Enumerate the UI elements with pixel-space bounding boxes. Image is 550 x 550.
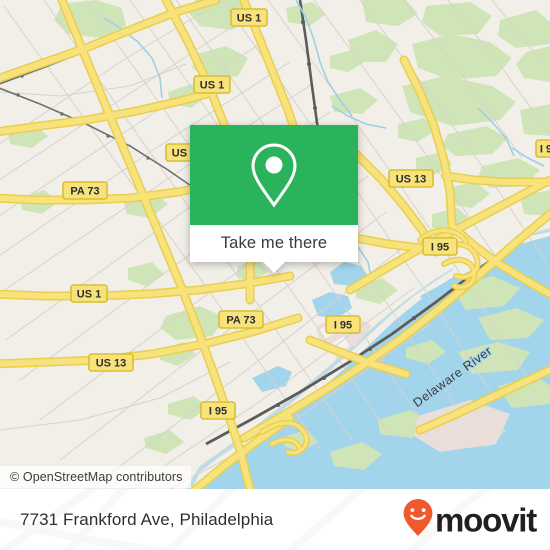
svg-text:I 9: I 9 — [540, 144, 550, 156]
attribution-text: © OpenStreetMap contributors — [10, 470, 183, 484]
destination-address: 7731 Frankford Ave, Philadelphia — [20, 509, 274, 529]
svg-text:PA 73: PA 73 — [70, 186, 99, 198]
shield-us-13-left: US 13 — [88, 353, 134, 372]
moovit-logo[interactable]: moovit — [403, 498, 537, 541]
svg-text:US 13: US 13 — [396, 174, 427, 186]
shield-us-1-left: US 1 — [70, 284, 108, 303]
moovit-smiley-pin-icon — [403, 498, 433, 541]
popup-pointer — [263, 262, 285, 273]
svg-text:PA 73: PA 73 — [226, 315, 255, 327]
shield-us-13-right: US 13 — [388, 169, 434, 188]
shield-i-edge: I 9 — [535, 139, 550, 158]
moovit-wordmark: moovit — [435, 501, 537, 538]
svg-text:US 1: US 1 — [77, 289, 101, 301]
footer-bar: 7731 Frankford Ave, Philadelphia moovit — [0, 489, 550, 550]
shield-us-1-upper: US 1 — [193, 75, 231, 94]
location-pin-icon — [248, 142, 300, 208]
svg-text:I 95: I 95 — [431, 242, 449, 254]
svg-text:US 13: US 13 — [96, 358, 127, 370]
take-me-there-label: Take me there — [220, 234, 328, 252]
popup-pin-area — [190, 125, 358, 225]
shield-i-95-mid: I 95 — [325, 315, 361, 334]
shield-pa-73-left: PA 73 — [62, 181, 108, 200]
shield-us-1-top: US 1 — [230, 8, 268, 27]
shield-i-95-bottom: I 95 — [200, 401, 236, 420]
destination-popup-card[interactable]: Take me there — [190, 125, 358, 273]
popup-action-bar[interactable]: Take me there — [190, 225, 358, 262]
map-screenshot: Delaware River US 1 US 1 US 1 PA 73 US 1… — [0, 0, 550, 550]
svg-text:US 1: US 1 — [200, 80, 224, 92]
svg-text:I 95: I 95 — [334, 320, 352, 332]
shield-pa-73-mid: PA 73 — [218, 310, 264, 329]
svg-text:I 95: I 95 — [209, 406, 227, 418]
shield-i-95-right: I 95 — [422, 237, 458, 256]
map-attribution[interactable]: © OpenStreetMap contributors — [0, 466, 191, 488]
svg-text:US 1: US 1 — [237, 13, 261, 25]
